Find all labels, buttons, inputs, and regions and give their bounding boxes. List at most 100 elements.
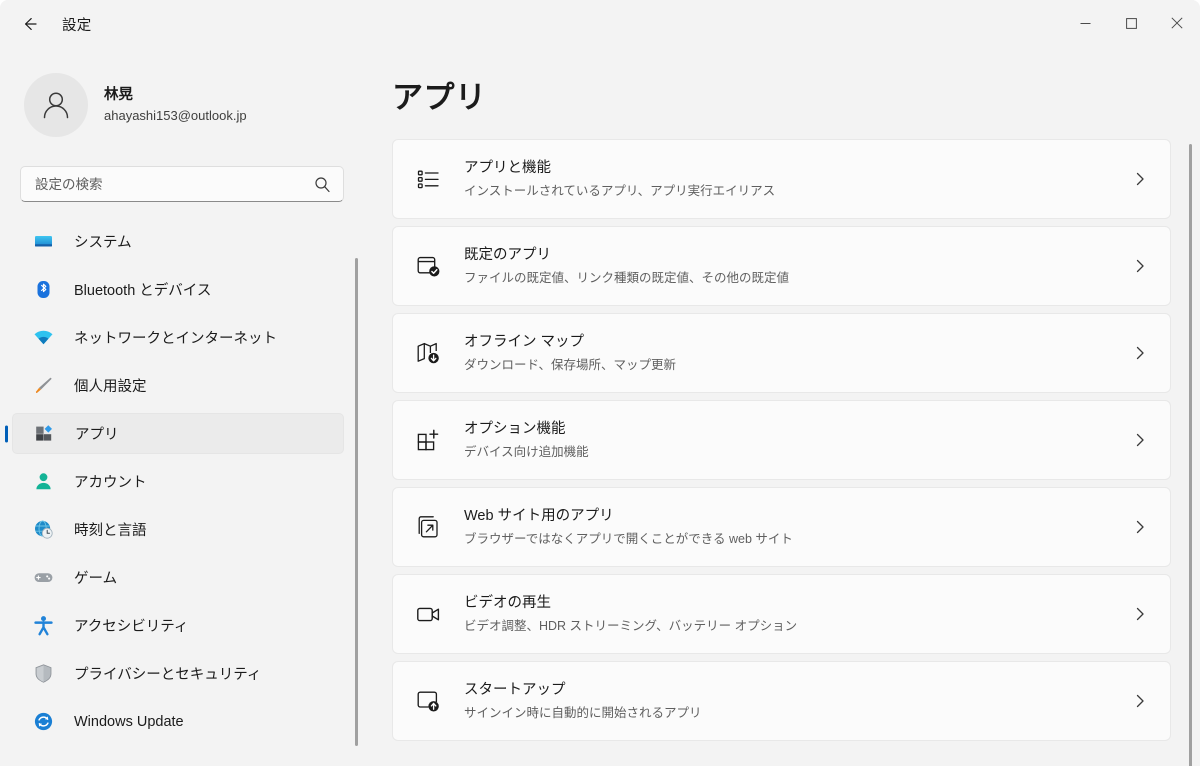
title-bar: 設定 (0, 0, 1200, 48)
apps-icon (33, 423, 55, 445)
sidebar-item-bluetooth[interactable]: Bluetooth とデバイス (12, 269, 344, 310)
card-apps-for-websites[interactable]: Web サイト用のアプリ ブラウザーではなくアプリで開くことができる web サ… (392, 487, 1171, 567)
chevron-right-icon[interactable] (1128, 689, 1152, 713)
back-button[interactable] (12, 8, 48, 40)
arrow-left-icon (20, 14, 40, 34)
shield-icon (32, 663, 54, 685)
card-text: スタートアップ サインイン時に自動的に開始されるアプリ (464, 680, 1128, 723)
sidebar: 林晃 ahayashi153@outlook.jp 設定の検索 システム Blu… (0, 48, 370, 766)
search-box[interactable] (20, 166, 344, 202)
sidebar-scrollbar[interactable] (355, 258, 358, 746)
card-text: 既定のアプリ ファイルの既定値、リンク種類の既定値、その他の既定値 (464, 245, 1128, 288)
card-title: オフライン マップ (464, 333, 585, 350)
sidebar-item-label: システム (74, 235, 132, 251)
sidebar-item-privacy-security[interactable]: プライバシーとセキュリティ (12, 653, 344, 694)
sidebar-item-label: 個人用設定 (74, 379, 147, 395)
sidebar-item-time-language[interactable]: 時刻と言語 (12, 509, 344, 550)
optional-features-icon (413, 425, 443, 455)
list-icon (413, 164, 443, 194)
website-apps-icon (413, 512, 443, 542)
sidebar-item-label: ゲーム (74, 571, 118, 587)
profile-email: ahayashi153@outlook.jp (104, 107, 247, 123)
minimize-button[interactable] (1062, 0, 1108, 46)
card-subtitle: デバイス向け追加機能 (464, 444, 589, 459)
maximize-button[interactable] (1108, 0, 1154, 46)
card-title: アプリと機能 (464, 159, 551, 176)
gamepad-icon (32, 567, 54, 589)
accessibility-icon (32, 615, 54, 637)
main-content: アプリ アプリと機能 インストールされているアプリ、アプリ実行エイリアス 既定の… (370, 48, 1200, 766)
profile-text: 林晃 ahayashi153@outlook.jp (104, 85, 247, 126)
sidebar-item-windows-update[interactable]: Windows Update (12, 701, 344, 742)
account-icon (32, 471, 54, 493)
card-default-apps[interactable]: 既定のアプリ ファイルの既定値、リンク種類の既定値、その他の既定値 (392, 226, 1171, 306)
update-icon (32, 711, 54, 733)
chevron-right-icon[interactable] (1128, 428, 1152, 452)
brush-icon (32, 375, 54, 397)
main-scrollbar-thumb[interactable] (1189, 144, 1192, 766)
sidebar-item-label: Windows Update (74, 713, 184, 730)
sidebar-item-accessibility[interactable]: アクセシビリティ (12, 605, 344, 646)
sidebar-item-label: アカウント (74, 475, 147, 491)
card-subtitle: インストールされているアプリ、アプリ実行エイリアス (464, 183, 776, 198)
search-icon[interactable] (314, 176, 331, 193)
card-video-playback[interactable]: ビデオの再生 ビデオ調整、HDR ストリーミング、バッテリー オプション (392, 574, 1171, 654)
video-icon (413, 599, 443, 629)
card-offline-maps[interactable]: オフライン マップ ダウンロード、保存場所、マップ更新 (392, 313, 1171, 393)
close-button[interactable] (1154, 0, 1200, 46)
sidebar-item-network[interactable]: ネットワークとインターネット (12, 317, 344, 358)
chevron-right-icon[interactable] (1128, 341, 1152, 365)
card-text: オプション機能 デバイス向け追加機能 (464, 419, 1128, 462)
maximize-icon (1125, 17, 1137, 29)
startup-icon (413, 686, 443, 716)
settings-card-list: アプリと機能 インストールされているアプリ、アプリ実行エイリアス 既定のアプリ … (370, 139, 1200, 741)
window-title: 設定 (62, 17, 92, 34)
sidebar-item-label: プライバシーとセキュリティ (74, 667, 262, 683)
chevron-right-icon[interactable] (1128, 254, 1152, 278)
card-text: オフライン マップ ダウンロード、保存場所、マップ更新 (464, 332, 1128, 375)
card-subtitle: ビデオ調整、HDR ストリーミング、バッテリー オプション (464, 618, 798, 633)
card-subtitle: ブラウザーではなくアプリで開くことができる web サイト (464, 531, 793, 546)
clock-globe-icon (32, 519, 54, 541)
card-title: Web サイト用のアプリ (464, 507, 614, 524)
profile-name: 林晃 (104, 86, 133, 103)
sidebar-item-apps[interactable]: アプリ (12, 413, 344, 454)
wifi-icon (32, 327, 54, 349)
monitor-icon (32, 231, 54, 253)
chevron-right-icon[interactable] (1128, 515, 1152, 539)
card-subtitle: ファイルの既定値、リンク種類の既定値、その他の既定値 (464, 270, 790, 285)
map-download-icon (413, 338, 443, 368)
card-startup[interactable]: スタートアップ サインイン時に自動的に開始されるアプリ (392, 661, 1171, 741)
sidebar-item-label: 時刻と言語 (74, 523, 147, 539)
card-title: オプション機能 (464, 420, 566, 437)
sidebar-item-label: Bluetooth とデバイス (74, 283, 212, 299)
chevron-right-icon[interactable] (1128, 602, 1152, 626)
card-title: 既定のアプリ (464, 246, 551, 263)
user-profile[interactable]: 林晃 ahayashi153@outlook.jp (0, 48, 370, 144)
sidebar-item-label: アクセシビリティ (74, 619, 189, 635)
sidebar-item-gaming[interactable]: ゲーム (12, 557, 344, 598)
settings-window: 設定 林晃 ahayashi153@outlook.jp 設定の検索 システム … (0, 0, 1200, 766)
card-apps-and-features[interactable]: アプリと機能 インストールされているアプリ、アプリ実行エイリアス (392, 139, 1171, 219)
card-title: ビデオの再生 (464, 594, 551, 611)
search-input[interactable] (35, 167, 314, 201)
avatar (24, 73, 88, 137)
close-icon (1171, 17, 1183, 29)
card-title: スタートアップ (464, 681, 566, 698)
page-title: アプリ (392, 80, 487, 115)
card-text: ビデオの再生 ビデオ調整、HDR ストリーミング、バッテリー オプション (464, 593, 1128, 636)
card-text: アプリと機能 インストールされているアプリ、アプリ実行エイリアス (464, 158, 1128, 201)
minimize-icon (1080, 18, 1091, 29)
sidebar-item-label: ネットワークとインターネット (74, 331, 277, 347)
sidebar-item-personalization[interactable]: 個人用設定 (12, 365, 344, 406)
bluetooth-icon (32, 279, 54, 301)
chevron-right-icon[interactable] (1128, 167, 1152, 191)
card-subtitle: ダウンロード、保存場所、マップ更新 (464, 357, 677, 372)
card-optional-features[interactable]: オプション機能 デバイス向け追加機能 (392, 400, 1171, 480)
sidebar-item-accounts[interactable]: アカウント (12, 461, 344, 502)
default-apps-icon (413, 251, 443, 281)
sidebar-item-system[interactable]: システム (12, 221, 344, 262)
sidebar-item-label: アプリ (75, 427, 119, 443)
card-text: Web サイト用のアプリ ブラウザーではなくアプリで開くことができる web サ… (464, 506, 1128, 549)
person-icon (37, 86, 75, 124)
